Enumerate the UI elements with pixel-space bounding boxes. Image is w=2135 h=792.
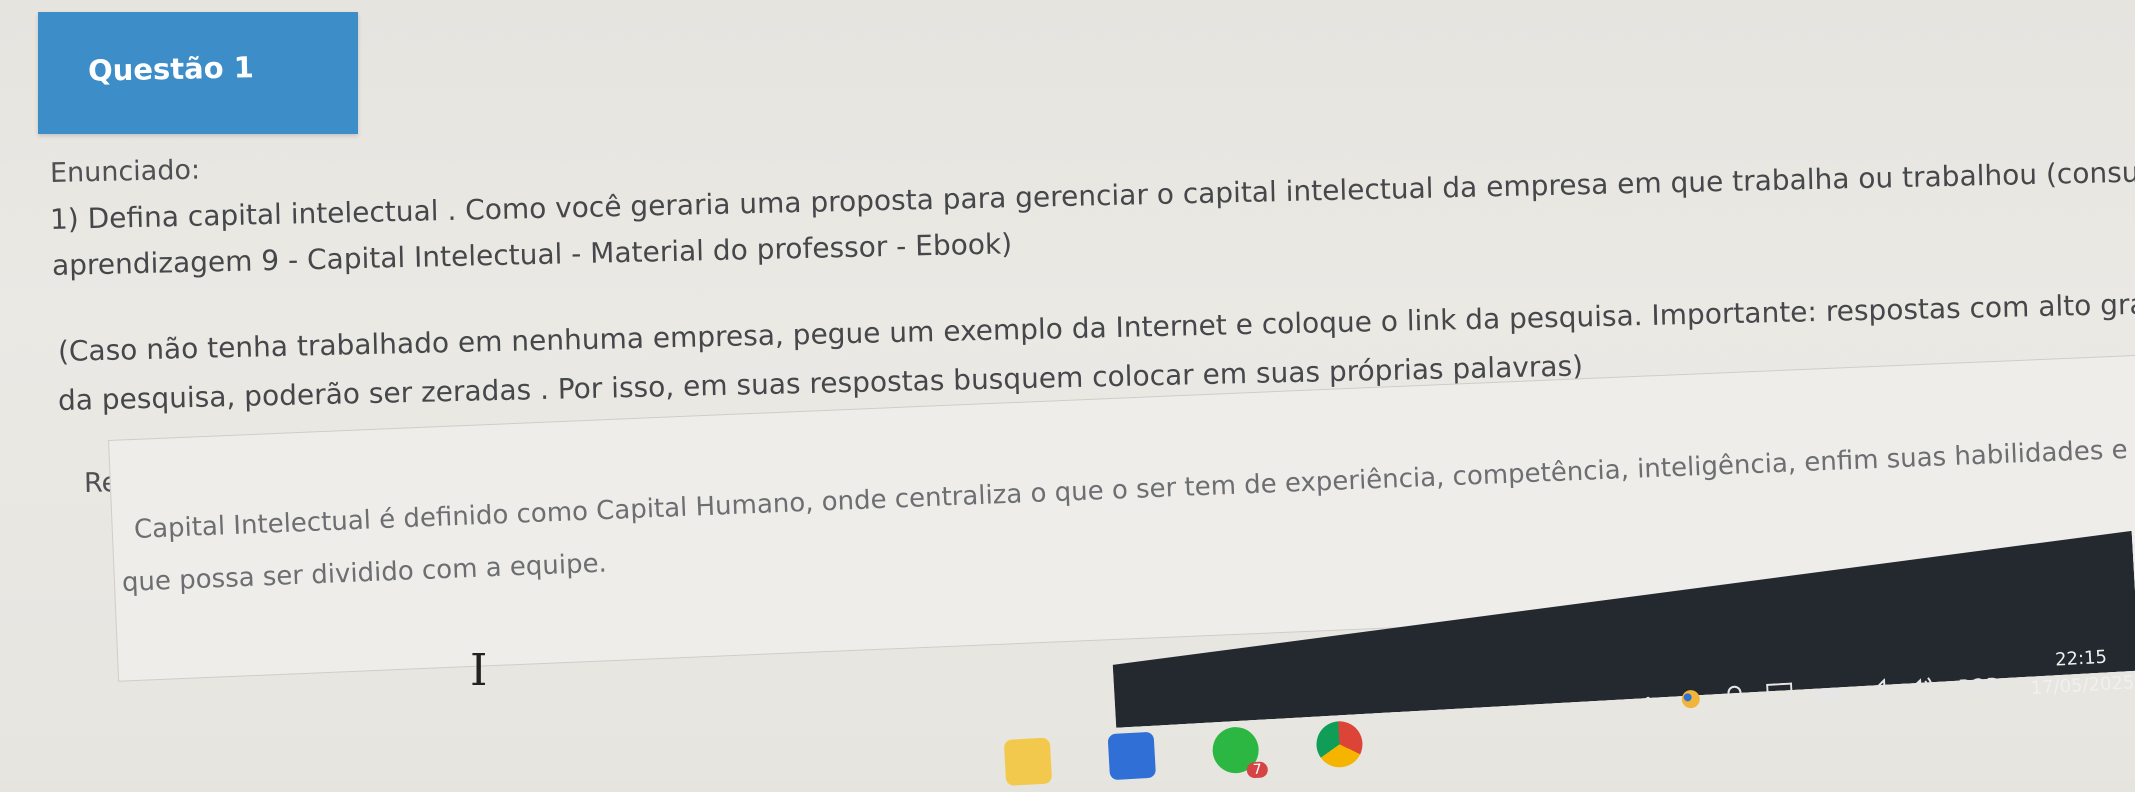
screen: Questão 1 Enunciado: 1) Defina capital i…	[0, 0, 2135, 781]
store-icon[interactable]	[1107, 731, 1157, 781]
speaker-icon[interactable]	[1908, 674, 1937, 703]
folder-icon[interactable]	[1003, 737, 1053, 786]
note-line-1: (Caso não tenha trabalhado em nenhuma em…	[57, 280, 2135, 368]
statement-line-1: 1) Defina capital intelectual . Como voc…	[49, 151, 2135, 236]
whatsapp-icon[interactable]: 7	[1211, 725, 1269, 779]
language-indicator[interactable]: POR	[1958, 672, 2001, 698]
statement-label: Enunciado:	[49, 154, 201, 189]
question-title: Questão 1	[87, 50, 255, 88]
pinned-apps: 7	[1003, 720, 1364, 786]
chevron-up-icon[interactable]: ^	[1639, 692, 1657, 717]
location-icon[interactable]	[1724, 684, 1746, 714]
monitor-icon[interactable]	[1765, 682, 1793, 710]
chrome-icon[interactable]	[1315, 720, 1364, 769]
statement-line-2: aprendizagem 9 - Capital Intelectual - M…	[51, 227, 1013, 282]
clock-date: 17/05/2025	[2030, 672, 2135, 699]
text-cursor-icon: I	[470, 645, 488, 696]
network-icon[interactable]	[1864, 678, 1887, 704]
notification-badge: 7	[1246, 761, 1269, 779]
cloud-icon[interactable]	[1678, 687, 1704, 717]
battery-icon[interactable]	[1814, 681, 1843, 707]
clock[interactable]: 22:15 17/05/2025	[2028, 642, 2135, 702]
